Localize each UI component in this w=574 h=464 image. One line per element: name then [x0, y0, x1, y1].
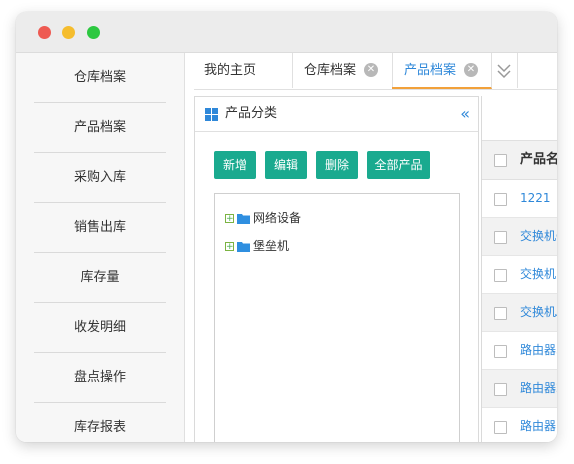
table-toolbar — [482, 96, 557, 141]
grid-icon — [205, 108, 218, 121]
expand-icon[interactable]: + — [225, 214, 234, 224]
sidebar-item-transactions[interactable]: 收发明细 — [34, 303, 166, 353]
select-all-checkbox[interactable] — [494, 154, 507, 167]
sidebar: 仓库档案 产品档案 采购入库 销售出库 库存量 收发明细 盘点操作 库存报表 — [16, 53, 185, 442]
tree-node-label: 堡垒机 — [253, 239, 290, 253]
product-name-link[interactable]: 路由器2 — [520, 370, 557, 407]
tab-home[interactable]: 我的主页 — [194, 53, 293, 88]
row-checkbox[interactable] — [494, 383, 507, 396]
table-row: 交换机A — [482, 294, 557, 332]
minimize-window-button[interactable] — [62, 26, 75, 39]
product-name-link[interactable]: 路由器3 — [520, 332, 557, 369]
product-name-link[interactable]: 1221 — [520, 180, 551, 217]
sidebar-item-sales-out[interactable]: 销售出库 — [34, 203, 166, 253]
row-checkbox[interactable] — [494, 421, 507, 434]
row-checkbox[interactable] — [494, 269, 507, 282]
tab-warehouse-label: 仓库档案 — [304, 63, 357, 78]
category-panel-header: 产品分类 « — [195, 97, 478, 132]
app-window: 仓库档案 产品档案 采购入库 销售出库 库存量 收发明细 盘点操作 库存报表 我… — [16, 12, 557, 442]
close-window-button[interactable] — [38, 26, 51, 39]
table-row: 路由器2 — [482, 370, 557, 408]
tab-home-label: 我的主页 — [204, 63, 257, 78]
product-table: 产品名 1221 交换机C 交换机B 交换机A 路由器3 路由器2 路由器1 — [481, 96, 557, 442]
sidebar-item-warehouse[interactable]: 仓库档案 — [34, 53, 166, 103]
row-checkbox[interactable] — [494, 307, 507, 320]
product-name-link[interactable]: 交换机A — [520, 294, 557, 331]
delete-button[interactable]: 删除 — [316, 151, 358, 179]
product-name-link[interactable]: 交换机B — [520, 256, 557, 293]
table-row: 交换机B — [482, 256, 557, 294]
sidebar-item-products[interactable]: 产品档案 — [34, 103, 166, 153]
sidebar-item-stock[interactable]: 库存量 — [34, 253, 166, 303]
table-row: 路由器1 — [482, 408, 557, 442]
table-header: 产品名 — [482, 141, 557, 180]
row-checkbox[interactable] — [494, 345, 507, 358]
more-tabs-button[interactable] — [491, 53, 518, 88]
column-header-product-name: 产品名 — [520, 152, 557, 167]
close-icon[interactable]: ✕ — [364, 63, 378, 77]
tab-products[interactable]: 产品档案 ✕ — [392, 53, 492, 89]
close-icon[interactable]: ✕ — [464, 63, 478, 77]
tree-node-label: 网络设备 — [253, 211, 302, 225]
tree-node[interactable]: + 堡垒机 — [225, 237, 289, 255]
double-chevron-down-icon — [497, 64, 511, 79]
table-row: 1221 — [482, 180, 557, 218]
category-panel: 产品分类 « 新增 编辑 删除 全部产品 + 网络设备 + 堡垒机 — [194, 96, 479, 442]
table-row: 交换机C — [482, 218, 557, 256]
title-bar — [16, 12, 557, 53]
folder-icon — [237, 214, 250, 224]
row-checkbox[interactable] — [494, 193, 507, 206]
tab-products-label: 产品档案 — [404, 63, 457, 78]
sidebar-item-stock-report[interactable]: 库存报表 — [34, 403, 166, 442]
product-name-link[interactable]: 路由器1 — [520, 408, 557, 442]
tab-warehouse[interactable]: 仓库档案 ✕ — [292, 53, 393, 88]
expand-icon[interactable]: + — [225, 242, 234, 252]
tree-node[interactable]: + 网络设备 — [225, 209, 301, 227]
add-button[interactable]: 新增 — [214, 151, 256, 179]
double-chevron-left-icon[interactable]: « — [460, 97, 470, 131]
sidebar-item-purchase-in[interactable]: 采购入库 — [34, 153, 166, 203]
table-row: 路由器3 — [482, 332, 557, 370]
folder-icon — [237, 242, 250, 252]
all-products-button[interactable]: 全部产品 — [367, 151, 430, 179]
sidebar-item-inventory-check[interactable]: 盘点操作 — [34, 353, 166, 403]
tab-bar: 我的主页 仓库档案 ✕ 产品档案 ✕ — [194, 53, 557, 90]
panel-title: 产品分类 — [225, 106, 278, 121]
product-name-link[interactable]: 交换机C — [520, 218, 557, 255]
maximize-window-button[interactable] — [87, 26, 100, 39]
edit-button[interactable]: 编辑 — [265, 151, 307, 179]
category-tree: + 网络设备 + 堡垒机 — [214, 193, 460, 442]
row-checkbox[interactable] — [494, 231, 507, 244]
